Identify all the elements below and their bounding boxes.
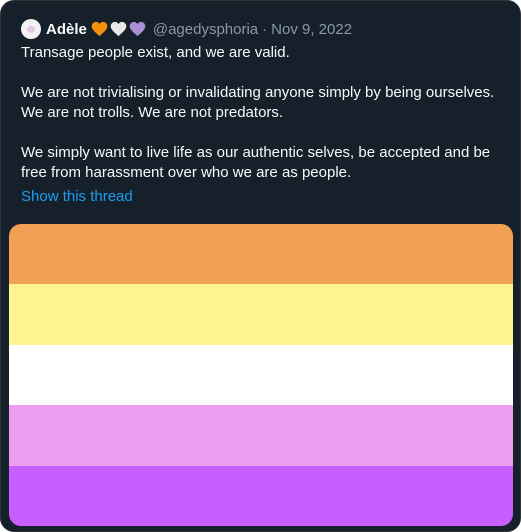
tweet-media-image[interactable] <box>9 224 513 526</box>
tweet-date[interactable]: Nov 9, 2022 <box>271 21 352 38</box>
flag-stripe-pink <box>9 405 513 466</box>
orange-heart-icon <box>91 21 108 37</box>
avatar[interactable] <box>21 19 41 39</box>
name-emojis <box>91 21 148 37</box>
tweet-header: Adèle @agedysphoria · Nov 9, 2022 <box>21 18 352 40</box>
show-thread-link[interactable]: Show this thread <box>21 187 133 207</box>
white-heart-icon <box>110 21 127 37</box>
flag-stripe-purple <box>9 465 513 526</box>
tweet-paragraph: Transage people exist, and we are valid. <box>21 44 290 61</box>
tweet-paragraph: We are not trivialising or invalidating … <box>21 84 495 121</box>
flag-stripe-yellow <box>9 284 513 345</box>
separator-dot: · <box>262 20 268 38</box>
flag-stripe-orange <box>9 224 513 285</box>
purple-heart-icon <box>129 21 146 37</box>
user-handle[interactable]: @agedysphoria <box>153 21 258 38</box>
tweet-paragraph: We simply want to live life as our authe… <box>21 144 491 181</box>
flag-stripe-white <box>9 344 513 406</box>
display-name[interactable]: Adèle <box>46 21 87 38</box>
tweet-card[interactable]: Adèle @agedysphoria · Nov 9, 2022 Transa… <box>0 0 521 532</box>
tweet-text: Transage people exist, and we are valid.… <box>21 43 501 183</box>
